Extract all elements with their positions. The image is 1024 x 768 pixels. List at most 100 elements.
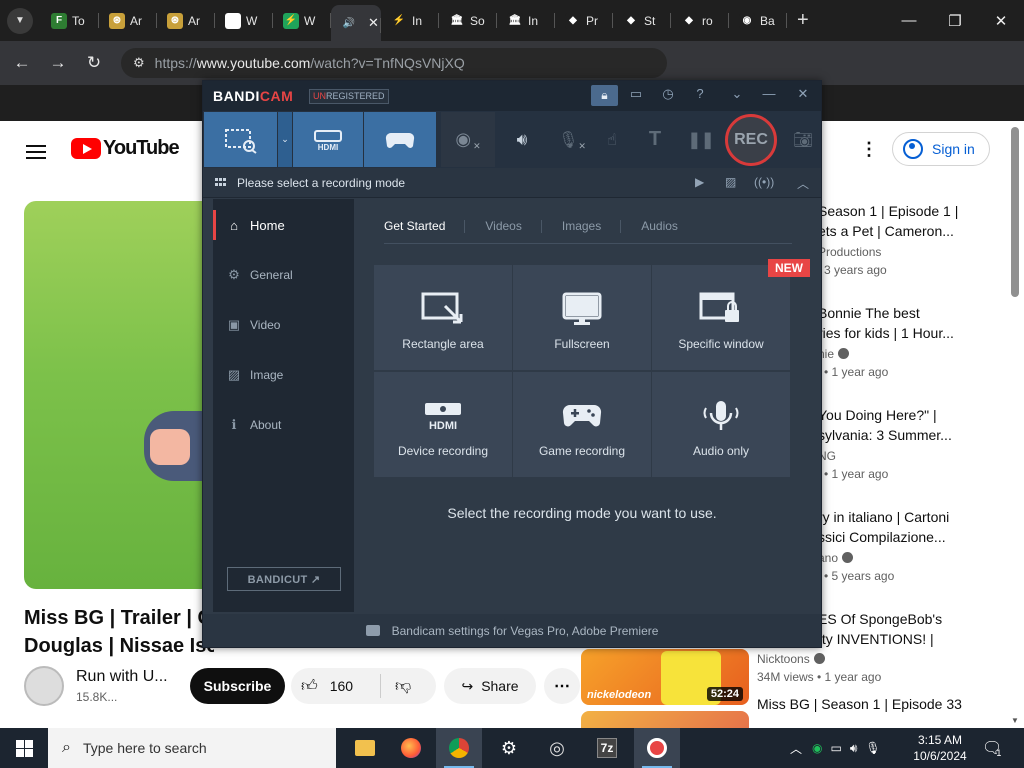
app-taskbar-icon[interactable]: ◎	[534, 728, 580, 768]
youtube-logo[interactable]: YouTube	[71, 137, 180, 160]
subscribe-button[interactable]: Subscribe	[190, 668, 285, 704]
browser-tab[interactable]: ◆ ro	[671, 0, 729, 41]
chrome-taskbar-icon[interactable]	[436, 728, 482, 768]
tab-videos[interactable]: Videos	[485, 219, 543, 233]
mode-audio-only[interactable]: Audio only	[652, 372, 790, 477]
channel-name[interactable]: Run with U...	[76, 668, 168, 686]
bandicut-link[interactable]: BANDICUT ↗	[227, 567, 341, 591]
broadcast-icon[interactable]: ((•))	[754, 175, 774, 189]
browser-tab[interactable]: 🔊 ✕	[331, 5, 381, 41]
network-icon[interactable]: ▭	[831, 741, 842, 755]
tray-overflow-icon[interactable]: ︿	[790, 740, 802, 757]
browser-tab[interactable]: ◉ Ba	[729, 0, 787, 41]
timer-clock-icon[interactable]: ◷	[658, 86, 678, 102]
minimize-button[interactable]: —	[886, 0, 932, 41]
pause-button[interactable]: ❚❚	[688, 112, 715, 167]
7zip-taskbar-icon[interactable]: 7z	[584, 728, 630, 768]
lock-icon[interactable]: 🔒︎	[591, 85, 618, 106]
taskbar-clock[interactable]: 3:15 AM 10/6/2024	[905, 732, 975, 764]
device-mode-button[interactable]: HDMI	[293, 112, 363, 167]
browser-tab[interactable]: ⚡ W	[273, 0, 331, 41]
new-tab-button[interactable]: +	[797, 9, 809, 32]
mode-specific-window[interactable]: Specific window	[652, 265, 790, 370]
screenshot-button[interactable]: 📷︎	[791, 112, 815, 167]
tab-get-started[interactable]: Get Started	[384, 219, 466, 233]
image-icon[interactable]: ▨	[725, 175, 736, 189]
site-info-icon[interactable]: ⚙	[133, 55, 145, 71]
video-camera-icon[interactable]: ▶	[695, 175, 704, 189]
mode-device-recording[interactable]: HDMI Device recording	[374, 372, 512, 477]
more-actions-button[interactable]: ⋯	[544, 668, 580, 704]
text-overlay-button[interactable]: T	[643, 112, 667, 167]
start-button[interactable]	[0, 728, 48, 768]
sidebar-item-about[interactable]: ℹ About	[213, 408, 354, 442]
help-icon[interactable]: ?	[690, 86, 710, 101]
webcam-toggle[interactable]: ◉ ✕	[441, 112, 495, 167]
reload-button[interactable]: ↻	[76, 53, 112, 73]
microphone-tray-icon[interactable]: 🎙︎	[865, 741, 880, 755]
mode-rectangle-area[interactable]: Rectangle area	[374, 265, 512, 370]
mode-game-recording[interactable]: Game recording	[513, 372, 651, 477]
close-window-button[interactable]: ✕	[978, 0, 1024, 41]
tab-images[interactable]: Images	[562, 219, 622, 233]
mode-fullscreen[interactable]: Fullscreen	[513, 265, 651, 370]
microphone-toggle[interactable]: 🎙︎ ✕	[555, 112, 589, 167]
unregistered-badge[interactable]: UNREGISTERED	[309, 89, 389, 104]
recommendation-item[interactable]: You Doing Here?" | sylvania: 3 Summer... N…	[818, 405, 1018, 483]
page-scrollbar[interactable]: ▼	[1010, 127, 1020, 727]
browser-tab[interactable]: ⊛ Ar	[99, 0, 157, 41]
hamburger-menu-icon[interactable]	[26, 141, 46, 163]
file-explorer-taskbar-icon[interactable]	[342, 728, 388, 768]
settings-kebab-icon[interactable]: ⋮	[860, 139, 878, 160]
sidebar-item-general[interactable]: ⚙ General	[213, 258, 354, 292]
sidebar-item-video[interactable]: ▣ Video	[213, 308, 354, 342]
recommendation-item[interactable]: ES Of SpongeBob's tty INVENTIONS! |	[818, 609, 1018, 651]
folder-icon[interactable]: ▭	[626, 86, 646, 102]
browser-tab[interactable]: ◆ Pr	[555, 0, 613, 41]
settings-gear-taskbar-icon[interactable]: ⚙	[486, 728, 532, 768]
like-button[interactable]: 👍︎ 160	[291, 674, 381, 698]
bandicam-title-bar[interactable]: BANDICAM UNREGISTERED 🔒︎ ▭ ◷ ? ⌄ — ✕	[203, 81, 821, 111]
scroll-down-arrow[interactable]: ▼	[1011, 716, 1019, 725]
volume-icon[interactable]: 🔊︎	[850, 741, 858, 756]
bandicam-footer[interactable]: Bandicam settings for Vegas Pro, Adobe P…	[203, 614, 821, 647]
scrollbar-thumb[interactable]	[1011, 127, 1019, 297]
speaker-toggle[interactable]: 🔊︎	[508, 112, 536, 167]
sign-in-button[interactable]: Sign in	[892, 132, 990, 166]
taskbar-search[interactable]: ⌕ Type here to search	[48, 728, 336, 768]
firefox-taskbar-icon[interactable]	[388, 728, 434, 768]
close-icon[interactable]: ✕	[793, 86, 813, 102]
mode-dropdown-arrow[interactable]: ⌄	[278, 112, 292, 167]
video-player[interactable]	[24, 201, 204, 589]
browser-tab[interactable]: ⊛ Ar	[157, 0, 215, 41]
recommendation-item[interactable]: Bonnie The best ries for kids | 1 Hour...…	[818, 303, 1018, 381]
record-button[interactable]: REC	[725, 114, 777, 166]
sidebar-item-home[interactable]: ⌂ Home	[213, 208, 354, 242]
tab-search-button[interactable]: ▼	[7, 7, 33, 34]
share-button[interactable]: ↪ Share	[444, 668, 536, 704]
back-button[interactable]: ←	[4, 53, 40, 73]
recommendation-channel[interactable]: Nicktoons	[757, 652, 810, 666]
dislike-button[interactable]: 👎︎	[381, 677, 411, 696]
tab-audios[interactable]: Audios	[641, 219, 698, 233]
cursor-effect-button[interactable]: ☝︎	[599, 112, 625, 167]
browser-tab[interactable]: 🏛 So	[439, 0, 497, 41]
browser-tab[interactable]: 🖼 W	[215, 0, 273, 41]
browser-tab[interactable]: ⚡ In	[381, 0, 439, 41]
channel-avatar[interactable]	[24, 666, 64, 706]
recommendation-thumbnail[interactable]	[581, 711, 749, 728]
recommendation-title[interactable]: Miss BG | Season 1 | Episode 33	[757, 696, 1007, 712]
browser-tab[interactable]: 🏛 In	[497, 0, 555, 41]
recommendation-item[interactable]: Season 1 | Episode 1 | ets a Pet | Camero…	[818, 201, 1018, 279]
forward-button[interactable]: →	[40, 53, 76, 73]
tray-app-icon[interactable]: ◉	[812, 741, 822, 755]
collapse-panel-icon[interactable]: ︿	[797, 175, 809, 192]
close-tab-icon[interactable]: ✕	[368, 15, 379, 31]
collapse-icon[interactable]: ⌄	[727, 86, 747, 102]
browser-tab[interactable]: ◆ St	[613, 0, 671, 41]
recommendation-thumbnail[interactable]: nickelodeon 52:24	[581, 649, 749, 705]
minimize-icon[interactable]: —	[759, 86, 779, 101]
game-mode-button[interactable]	[364, 112, 436, 167]
bandicam-taskbar-icon[interactable]	[634, 728, 680, 768]
rectangle-mode-button[interactable]	[204, 112, 277, 167]
